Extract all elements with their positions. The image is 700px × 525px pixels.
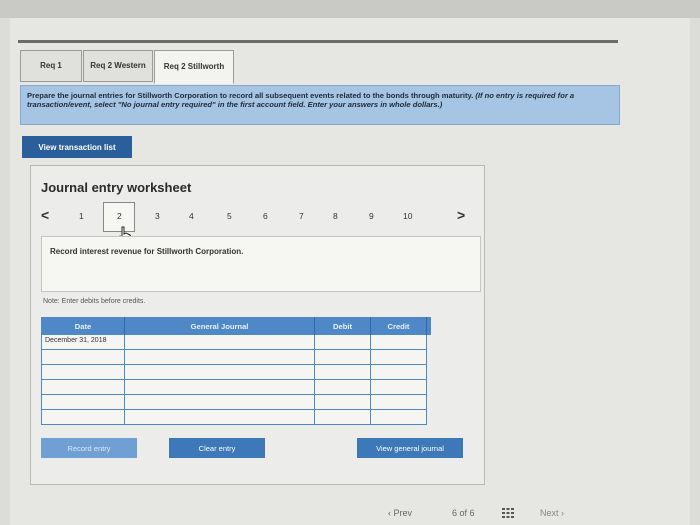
table-row [41, 350, 431, 365]
table-row [41, 410, 431, 425]
instructions-main: Prepare the journal entries for Stillwor… [27, 91, 474, 100]
date-cell[interactable] [41, 365, 125, 380]
next-link[interactable]: Next › [540, 508, 564, 518]
debit-cell[interactable] [315, 395, 371, 410]
account-cell[interactable] [125, 335, 315, 350]
credit-cell[interactable] [371, 395, 427, 410]
prev-page-arrow[interactable]: < [41, 207, 49, 223]
date-cell[interactable] [41, 350, 125, 365]
credit-cell[interactable] [371, 410, 427, 425]
header-rule [18, 40, 618, 43]
date-cell[interactable]: December 31, 2018 [41, 335, 125, 350]
page-5[interactable]: 5 [227, 211, 232, 221]
account-cell[interactable] [125, 395, 315, 410]
account-cell[interactable] [125, 365, 315, 380]
clear-entry-button[interactable]: Clear entry [169, 438, 265, 458]
date-cell[interactable] [41, 395, 125, 410]
prev-label: Prev [393, 508, 413, 518]
next-page-arrow[interactable]: > [457, 207, 465, 223]
debit-cell[interactable] [315, 335, 371, 350]
journal-table: Date General Journal Debit Credit Decemb… [41, 317, 431, 425]
header-date: Date [41, 317, 125, 335]
debit-cell[interactable] [315, 350, 371, 365]
date-cell[interactable] [41, 380, 125, 395]
page-10[interactable]: 10 [403, 211, 412, 221]
page-6[interactable]: 6 [263, 211, 268, 221]
account-cell[interactable] [125, 380, 315, 395]
table-row [41, 395, 431, 410]
view-transaction-list-button[interactable]: View transaction list [22, 136, 132, 158]
page-3[interactable]: 3 [155, 211, 160, 221]
account-cell[interactable] [125, 350, 315, 365]
worksheet-pager: < 1 2 3 4 5 6 7 8 9 10 > [41, 202, 471, 244]
page-4[interactable]: 4 [189, 211, 194, 221]
page-2[interactable]: 2 [117, 211, 122, 221]
credit-cell[interactable] [371, 380, 427, 395]
worksheet-title: Journal entry worksheet [41, 180, 192, 195]
debit-cell[interactable] [315, 410, 371, 425]
tab-req-1[interactable]: Req 1 [20, 50, 82, 82]
debit-cell[interactable] [315, 365, 371, 380]
table-row: December 31, 2018 [41, 335, 431, 350]
next-label: Next [540, 508, 559, 518]
instructions-panel: Prepare the journal entries for Stillwor… [20, 85, 620, 125]
page-9[interactable]: 9 [369, 211, 374, 221]
table-row [41, 380, 431, 395]
debits-credits-note: Note: Enter debits before credits. [43, 298, 146, 305]
page-7[interactable]: 7 [299, 211, 304, 221]
credit-cell[interactable] [371, 350, 427, 365]
tab-req-2-western[interactable]: Req 2 Western [83, 50, 153, 82]
header-general-journal: General Journal [125, 317, 315, 335]
entry-description-box: Record interest revenue for Stillworth C… [41, 236, 481, 292]
grid-icon[interactable] [502, 508, 514, 518]
journal-header-row: Date General Journal Debit Credit [41, 317, 431, 335]
page-1[interactable]: 1 [79, 211, 84, 221]
view-general-journal-button[interactable]: View general journal [357, 438, 463, 458]
browser-top-bar [0, 0, 700, 18]
header-credit: Credit [371, 317, 427, 335]
prev-link[interactable]: ‹ Prev [388, 508, 412, 518]
requirement-tabs: Req 1 Req 2 Western Req 2 Stillworth [20, 50, 235, 84]
record-entry-button[interactable]: Record entry [41, 438, 137, 458]
page-counter: 6 of 6 [452, 508, 475, 518]
credit-cell[interactable] [371, 335, 427, 350]
debit-cell[interactable] [315, 380, 371, 395]
date-cell[interactable] [41, 410, 125, 425]
header-debit: Debit [315, 317, 371, 335]
page-8[interactable]: 8 [333, 211, 338, 221]
tab-req-2-stillworth[interactable]: Req 2 Stillworth [154, 50, 234, 84]
credit-cell[interactable] [371, 365, 427, 380]
table-row [41, 365, 431, 380]
account-cell[interactable] [125, 410, 315, 425]
entry-description: Record interest revenue for Stillworth C… [50, 247, 244, 256]
journal-entry-worksheet: Journal entry worksheet < 1 2 3 4 5 6 7 … [30, 165, 485, 485]
